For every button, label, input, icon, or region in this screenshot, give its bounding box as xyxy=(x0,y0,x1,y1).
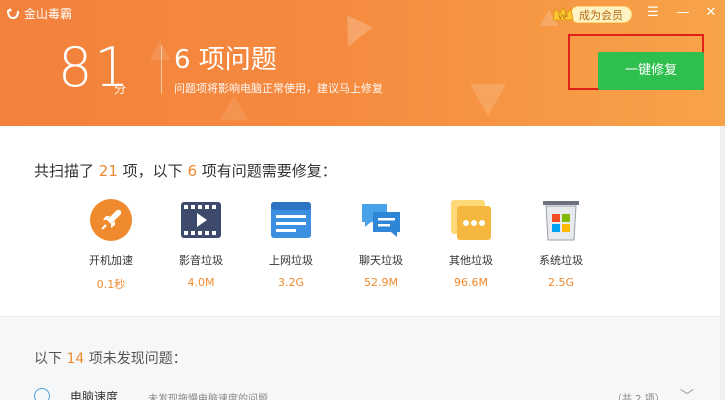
decor-triangle xyxy=(220,96,248,120)
issue-title: 6 项问题 xyxy=(174,45,277,75)
scanned-count: 21 xyxy=(98,162,118,180)
category-size: 4.0M xyxy=(187,276,215,289)
vip-crown-icon: VIP xyxy=(550,4,576,24)
header-banner: 金山毒霸 VIP 成为会员 ☰ — ✕ 81 分 6 项问题 问题项将影响电脑正… xyxy=(0,0,725,126)
close-icon[interactable]: ✕ xyxy=(702,4,720,22)
one-click-fix-button[interactable]: 一键修复 xyxy=(598,52,704,90)
check-circle-icon xyxy=(34,388,50,400)
ok-suffix: 项未发现问题： xyxy=(88,351,187,367)
chevron-down-icon[interactable]: ﹀ xyxy=(680,386,694,400)
category-size: 0.1秒 xyxy=(96,278,126,291)
chat-icon xyxy=(359,198,403,242)
other-icon xyxy=(449,198,493,242)
app-logo: 金山毒霸 xyxy=(6,5,72,22)
category-item[interactable]: 开机加速 0.1秒 xyxy=(66,198,156,292)
decor-triangle xyxy=(335,15,373,53)
summary-prefix: 共扫描了 xyxy=(34,162,95,180)
category-size: 2.5G xyxy=(547,276,575,289)
category-label: 上网垃圾 xyxy=(269,254,313,267)
app-title: 金山毒霸 xyxy=(24,7,73,21)
logo-icon xyxy=(6,7,20,21)
ok-section-title: 以下 14 项未发现问题： xyxy=(34,348,187,368)
category-item[interactable]: 其他垃圾 96.6M xyxy=(426,198,516,292)
score-unit: 分 xyxy=(114,82,127,96)
problem-count: 6 xyxy=(187,162,198,180)
issue-subtitle: 问题项将影响电脑正常使用，建议马上修复 xyxy=(174,82,383,95)
ok-row-speed[interactable]: 电脑速度 未发现拖慢电脑速度的问题 （共 2 项） ﹀ xyxy=(30,386,710,400)
windows-trash-icon xyxy=(539,198,583,242)
category-item[interactable]: 上网垃圾 3.2G xyxy=(246,198,336,292)
scan-summary: 共扫描了 21 项，以下 6 项有问题需要修复： xyxy=(34,160,337,181)
scrollbar[interactable] xyxy=(720,126,725,400)
decor-triangle xyxy=(150,40,170,60)
category-item[interactable]: 系统垃圾 2.5G xyxy=(516,198,606,292)
category-label: 系统垃圾 xyxy=(539,254,583,267)
browser-icon xyxy=(269,198,313,242)
category-label: 开机加速 xyxy=(89,254,133,267)
row-count: （共 2 项） xyxy=(612,394,665,400)
category-size: 52.9M xyxy=(364,276,398,289)
vip-label: 成为会员 xyxy=(570,5,632,23)
decor-triangle xyxy=(470,84,506,116)
category-label: 其他垃圾 xyxy=(449,254,493,267)
menu-icon[interactable]: ☰ xyxy=(644,4,662,22)
minimize-icon[interactable]: — xyxy=(674,4,692,22)
header-divider xyxy=(161,46,162,94)
summary-mid: 项，以下 xyxy=(122,162,183,180)
ok-prefix: 以下 xyxy=(34,351,62,367)
row-title: 电脑速度 xyxy=(70,390,119,400)
category-item[interactable]: 影音垃圾 4.0M xyxy=(156,198,246,292)
category-label: 影音垃圾 xyxy=(179,254,223,267)
category-size: 96.6M xyxy=(454,276,488,289)
ok-count: 14 xyxy=(66,351,85,367)
vip-button[interactable]: VIP 成为会员 xyxy=(550,4,632,24)
category-label: 聊天垃圾 xyxy=(359,254,403,267)
category-item[interactable]: 聊天垃圾 52.9M xyxy=(336,198,426,292)
film-icon xyxy=(179,198,223,242)
category-list: 开机加速 0.1秒 影音垃圾 4.0M 上网垃圾 3.2G 聊天垃圾 52.9M… xyxy=(66,198,606,292)
rocket-icon xyxy=(89,198,133,242)
category-size: 3.2G xyxy=(277,276,305,289)
row-desc: 未发现拖慢电脑速度的问题 xyxy=(148,394,268,400)
summary-suffix: 项有问题需要修复： xyxy=(201,162,337,180)
svg-text:VIP: VIP xyxy=(558,14,568,21)
